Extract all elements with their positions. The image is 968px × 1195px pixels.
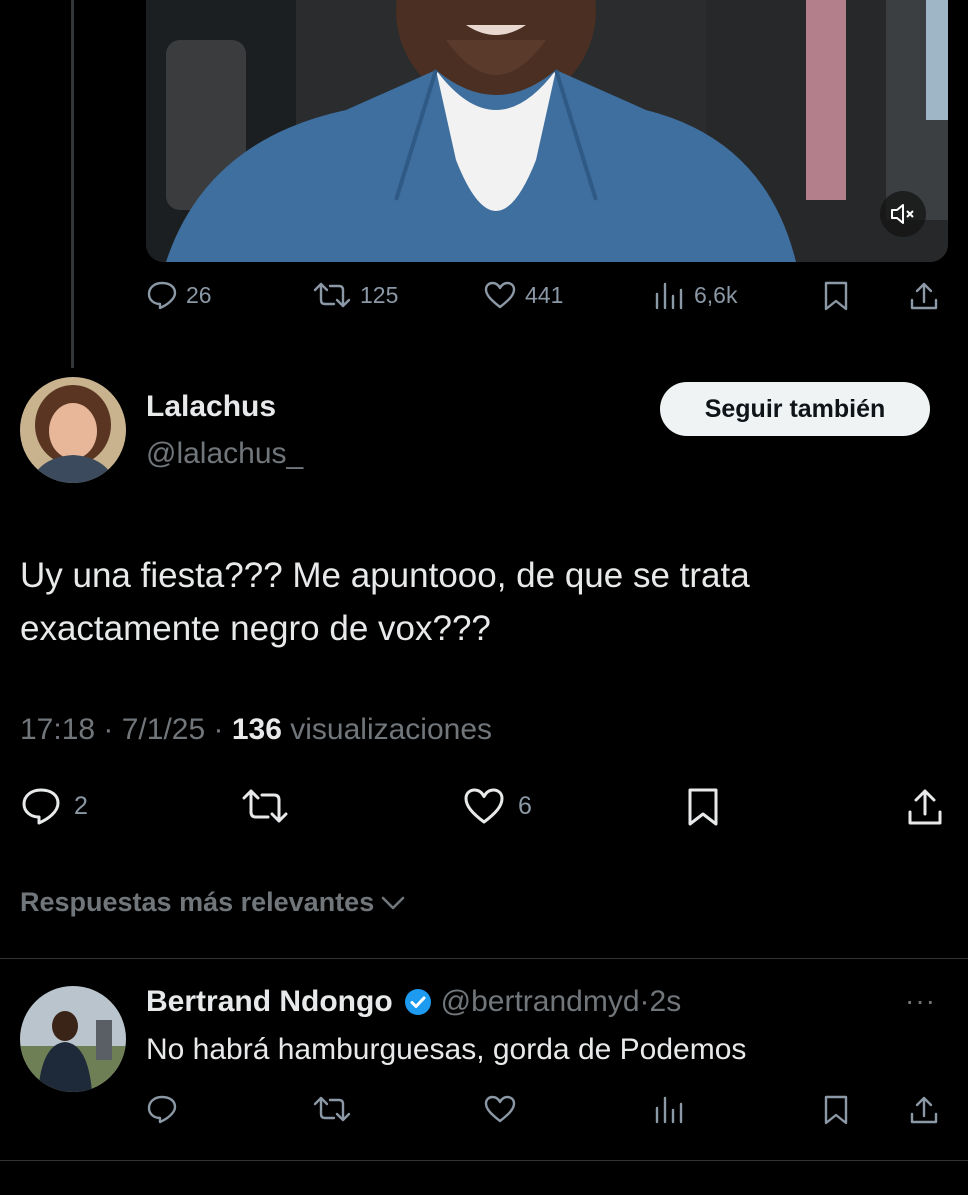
verified-badge-icon [403, 987, 433, 1017]
bookmark-icon [824, 281, 848, 311]
share-icon [908, 789, 942, 825]
tweet-time[interactable]: 17:18 [20, 713, 95, 746]
share-icon [910, 282, 938, 310]
reply-icon [147, 281, 177, 310]
retweet-count: 125 [360, 281, 399, 308]
divider [0, 958, 968, 959]
reply-action[interactable] [146, 1094, 178, 1124]
chevron-down-icon [381, 896, 405, 909]
reply-author-handle[interactable]: @bertrandmyd [441, 985, 640, 1019]
analytics-icon [655, 1096, 683, 1124]
bookmark-icon [688, 788, 718, 826]
like-count: 6 [518, 791, 532, 820]
reply-action[interactable]: 2 [20, 786, 88, 826]
reply-count: 26 [186, 281, 212, 308]
share-action[interactable] [908, 1094, 940, 1126]
reply-age: 2s [649, 985, 682, 1018]
mute-button[interactable] [880, 191, 926, 237]
retweet-icon [313, 282, 351, 308]
views-number: 136 [231, 713, 282, 746]
heart-icon [484, 1095, 516, 1123]
retweet-icon [242, 789, 288, 823]
bookmark-icon [824, 1095, 848, 1125]
replies-sort-dropdown[interactable]: Respuestas más relevantes [20, 887, 406, 918]
tweet-meta: 17:18 · 7/1/25 · 136 visualizaciones [20, 713, 493, 746]
tweet-text-line: exactamente negro de vox??? [20, 609, 491, 648]
like-count: 441 [525, 281, 564, 308]
bookmark-action[interactable] [822, 280, 850, 312]
reply-icon [22, 788, 60, 825]
views-action[interactable]: 6,6k [652, 280, 737, 310]
thread-connector-line [71, 0, 74, 368]
reply-action[interactable]: 26 [146, 280, 212, 310]
reply-header: Bertrand Ndongo @bertrandmyd · 2s [146, 985, 682, 1019]
author-name[interactable]: Lalachus [146, 390, 276, 424]
views-action[interactable] [652, 1094, 686, 1124]
views-count: 6,6k [694, 281, 738, 308]
reply-text: No habrá hamburguesas, gorda de Podemos [146, 1033, 747, 1066]
heart-icon [464, 788, 504, 824]
views-label: visualizaciones [290, 713, 493, 746]
tweet-text-line: Uy una fiesta??? Me apuntooo, de que se … [20, 556, 750, 595]
tweet-date[interactable]: 7/1/25 [122, 713, 205, 746]
retweet-action[interactable] [312, 1094, 352, 1124]
avatar[interactable] [20, 377, 126, 483]
tweet-actions: 2 6 [20, 786, 950, 836]
reply-author-avatar-image [20, 986, 126, 1092]
video-frame-image [146, 0, 948, 262]
replies-sort-label: Respuestas más relevantes [20, 887, 375, 917]
avatar[interactable] [20, 986, 126, 1092]
reply-author-name[interactable]: Bertrand Ndongo [146, 985, 393, 1019]
heart-icon [484, 281, 516, 309]
video-media[interactable] [146, 0, 948, 262]
retweet-icon [313, 1096, 351, 1122]
previous-tweet-actions: 26 125 441 6,6k [146, 280, 946, 322]
like-action[interactable]: 441 [483, 280, 563, 310]
share-icon [910, 1096, 938, 1124]
reply-count: 2 [74, 791, 88, 820]
author-avatar-image [20, 377, 126, 483]
more-options-icon[interactable]: ··· [905, 985, 936, 1017]
reply-actions [146, 1094, 946, 1134]
tweet-text: Uy una fiesta??? Me apuntooo, de que se … [20, 549, 950, 655]
volume-mute-icon [891, 204, 914, 224]
author-handle[interactable]: @lalachus_ [146, 437, 303, 471]
retweet-action[interactable]: 125 [312, 280, 398, 310]
like-action[interactable] [483, 1094, 517, 1124]
share-action[interactable] [905, 786, 945, 828]
bookmark-action[interactable] [685, 786, 721, 828]
divider [0, 1160, 968, 1161]
follow-back-button[interactable]: Seguir también [660, 382, 930, 436]
analytics-icon [655, 282, 683, 310]
share-action[interactable] [908, 280, 940, 312]
like-action[interactable]: 6 [462, 786, 532, 826]
retweet-action[interactable] [240, 786, 290, 826]
reply-icon [147, 1095, 177, 1124]
bookmark-action[interactable] [822, 1094, 850, 1126]
